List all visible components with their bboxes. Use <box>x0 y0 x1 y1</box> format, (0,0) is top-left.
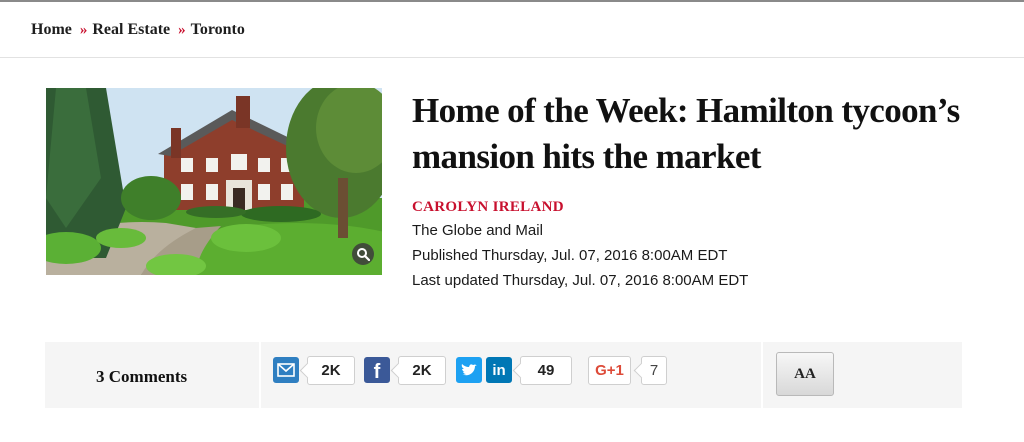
breadcrumb-real-estate[interactable]: Real Estate <box>92 21 170 39</box>
share-bar: 3 Comments 2K f 2K in 49 G+1 7 AA <box>45 342 962 408</box>
gplus-count-value: 7 <box>649 362 659 379</box>
breadcrumb-toronto[interactable]: Toronto <box>191 21 245 39</box>
linkedin-count[interactable]: 49 <box>520 356 572 385</box>
published-date: Published Thursday, Jul. 07, 2016 8:00AM… <box>412 247 728 264</box>
gplus-icon[interactable]: G+1 <box>588 356 631 385</box>
font-size-button[interactable]: AA <box>776 352 834 396</box>
headline-line-2: mansion hits the market <box>412 137 761 176</box>
updated-date: Last updated Thursday, Jul. 07, 2016 8:0… <box>412 272 749 289</box>
linkedin-icon[interactable]: in <box>486 357 512 383</box>
share-divider <box>761 342 763 408</box>
breadcrumb-separator: » <box>79 21 88 38</box>
gplus-count[interactable]: 7 <box>641 356 667 385</box>
article-headline: Home of the Week: Hamilton tycoon’s mans… <box>412 88 1002 180</box>
author-link[interactable]: CAROLYN IRELAND <box>412 199 564 216</box>
gplus-label: G+1 <box>595 362 624 379</box>
facebook-count-value: 2K <box>412 362 432 379</box>
breadcrumb: Home » Real Estate » Toronto <box>31 20 245 40</box>
facebook-count[interactable]: 2K <box>398 356 446 385</box>
facebook-icon[interactable]: f <box>364 357 390 383</box>
breadcrumb-separator: » <box>178 21 186 38</box>
breadcrumb-divider <box>0 57 1024 58</box>
comments-link[interactable]: 3 Comments <box>96 367 187 387</box>
envelope-icon[interactable] <box>273 357 299 383</box>
linkedin-count-value: 49 <box>537 362 555 379</box>
top-border <box>0 0 1024 2</box>
headline-line-1: Home of the Week: Hamilton tycoon’s <box>412 91 960 130</box>
hero-image[interactable] <box>46 88 382 275</box>
breadcrumb-home[interactable]: Home <box>31 21 72 39</box>
email-count-value: 2K <box>321 362 341 379</box>
magnifier-icon[interactable] <box>352 243 374 265</box>
email-count[interactable]: 2K <box>307 356 355 385</box>
twitter-icon[interactable] <box>456 357 482 383</box>
share-divider <box>259 342 261 408</box>
house-photo <box>46 88 382 275</box>
article-source: The Globe and Mail <box>412 222 543 239</box>
